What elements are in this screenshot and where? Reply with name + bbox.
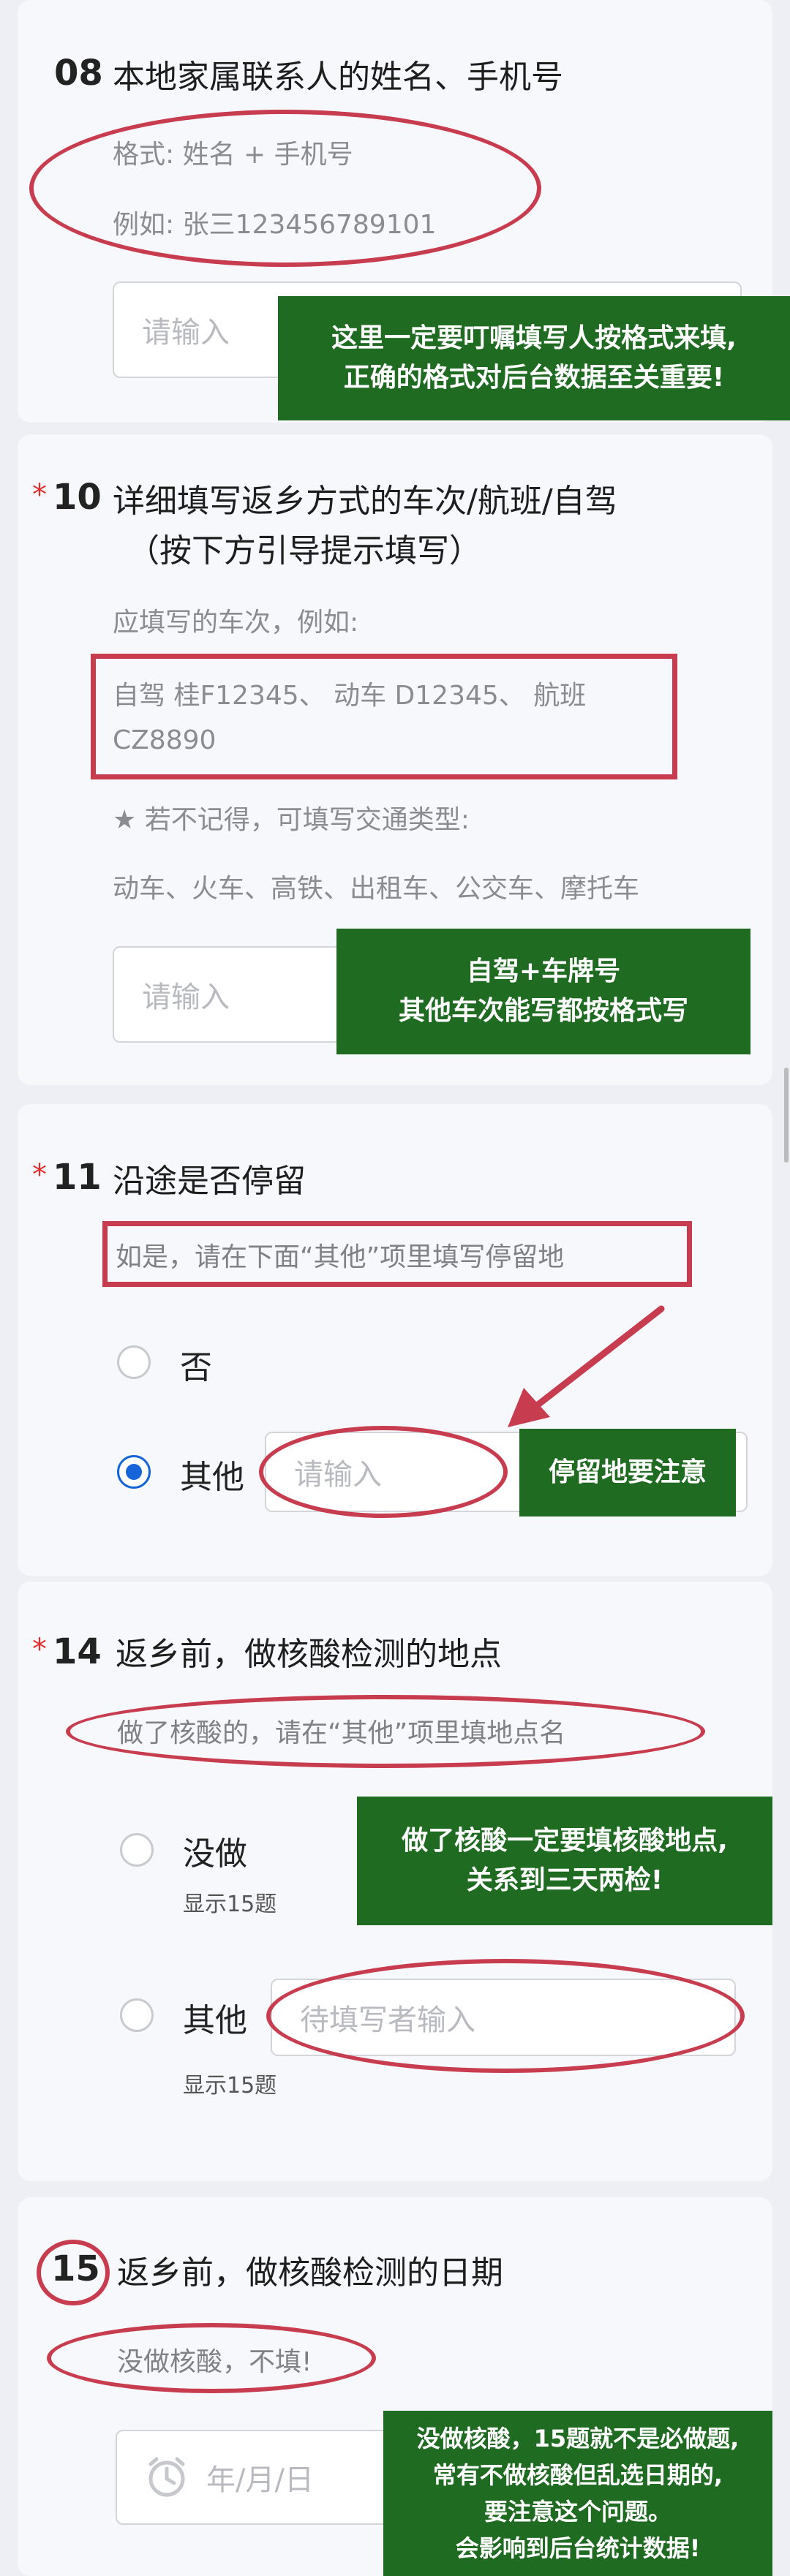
option-other-label[interactable]: 其他	[183, 1994, 247, 2041]
question-number: 14	[53, 1631, 102, 1672]
question-title: 返乡前，做核酸检测的日期	[117, 2254, 503, 2292]
note-line: 关系到三天两检!	[466, 1865, 663, 1895]
example-intro: 应填写的车次，例如:	[113, 608, 359, 638]
note-line: 正确的格式对后台数据至关重要!	[343, 363, 725, 393]
option-no-label[interactable]: 没做	[183, 1827, 247, 1874]
question-title: 沿途是否停留	[113, 1163, 306, 1200]
question-number: 08	[54, 53, 103, 94]
note-line: 自驾+车牌号	[466, 956, 621, 986]
annotation-note: 没做核酸，15题就不是必做题, 常有不做核酸但乱选日期的, 要注意这个问题。 会…	[383, 2411, 772, 2576]
scrollbar[interactable]	[784, 1068, 789, 1163]
question-title: 本地家属联系人的姓名、手机号	[113, 58, 563, 96]
annotation-note: 自驾+车牌号 其他车次能写都按格式写	[336, 929, 750, 1054]
option-other-sub: 显示15题	[183, 2073, 277, 2099]
option-other-label[interactable]: 其他	[180, 1451, 244, 1497]
note-line: 会影响到后台统计数据!	[455, 2534, 701, 2562]
required-mark: *	[32, 1633, 47, 1666]
question-card-10: * 10 详细填写返乡方式的车次/航班/自驾 （按下方引导提示填写） 应填写的车…	[18, 434, 772, 1085]
annotation-box	[91, 654, 677, 779]
radio-no[interactable]	[117, 1345, 151, 1379]
arrow-icon	[508, 1305, 665, 1427]
annotation-note: 停留地要注意	[519, 1429, 736, 1516]
question-card-11: * 11 沿途是否停留 如是，请在下面“其他”项里填写停留地 否 其他 请输入 …	[18, 1104, 772, 1576]
stop-hint: 如是，请在下面“其他”项里填写停留地	[116, 1242, 565, 1272]
radio-no[interactable]	[120, 1833, 154, 1867]
location-hint: 做了核酸的，请在“其他”项里填地点名	[117, 1718, 566, 1748]
question-subtitle: （按下方引导提示填写）	[127, 532, 481, 570]
note-line: 这里一定要叮嘱填写人按格式来填,	[331, 323, 737, 353]
date-placeholder: 年/月/日	[206, 2463, 314, 2497]
question-card-14: * 14 返乡前，做核酸检测的地点 做了核酸的，请在“其他”项里填地点名 没做 …	[18, 1582, 772, 2181]
question-number: 10	[53, 477, 102, 518]
question-title: 返乡前，做核酸检测的地点	[116, 1636, 502, 1673]
annotation-ellipse	[259, 1426, 508, 1518]
annotation-ellipse	[266, 1959, 745, 2073]
annotation-note: 做了核酸一定要填核酸地点, 关系到三天两检!	[357, 1797, 772, 1925]
option-no-sub: 显示15题	[183, 1892, 277, 1917]
date-hint: 没做核酸，不填!	[117, 2347, 312, 2377]
note-line: 常有不做核酸但乱选日期的,	[432, 2461, 723, 2489]
annotation-circle	[37, 2240, 110, 2305]
star-hint: ★ 若不记得，可填写交通类型:	[113, 805, 470, 835]
annotation-ellipse	[29, 110, 541, 267]
clock-icon	[148, 2457, 185, 2497]
note-line: 要注意这个问题。	[484, 2498, 672, 2526]
question-title: 详细填写返乡方式的车次/航班/自驾	[113, 483, 617, 520]
note-line: 做了核酸一定要填核酸地点,	[402, 1826, 728, 1856]
radio-other[interactable]	[117, 1455, 151, 1489]
option-no-label[interactable]: 否	[180, 1341, 212, 1388]
question-card-15: 15 返乡前，做核酸检测的日期 没做核酸，不填! 年/月/日 没做核酸，15题就…	[18, 2197, 772, 2576]
required-mark: *	[32, 478, 47, 512]
question-card-08: 08 本地家属联系人的姓名、手机号 格式: 姓名 + 手机号 例如: 张三123…	[18, 0, 790, 423]
note-line: 其他车次能写都按格式写	[398, 996, 688, 1026]
note-line: 没做核酸，15题就不是必做题,	[416, 2425, 740, 2452]
transport-types: 动车、火车、高铁、出租车、公交车、摩托车	[113, 874, 640, 904]
radio-other[interactable]	[120, 1998, 154, 2032]
question-number: 11	[53, 1157, 102, 1198]
required-mark: *	[32, 1158, 47, 1192]
annotation-note: 这里一定要叮嘱填写人按格式来填, 正确的格式对后台数据至关重要!	[278, 296, 790, 420]
